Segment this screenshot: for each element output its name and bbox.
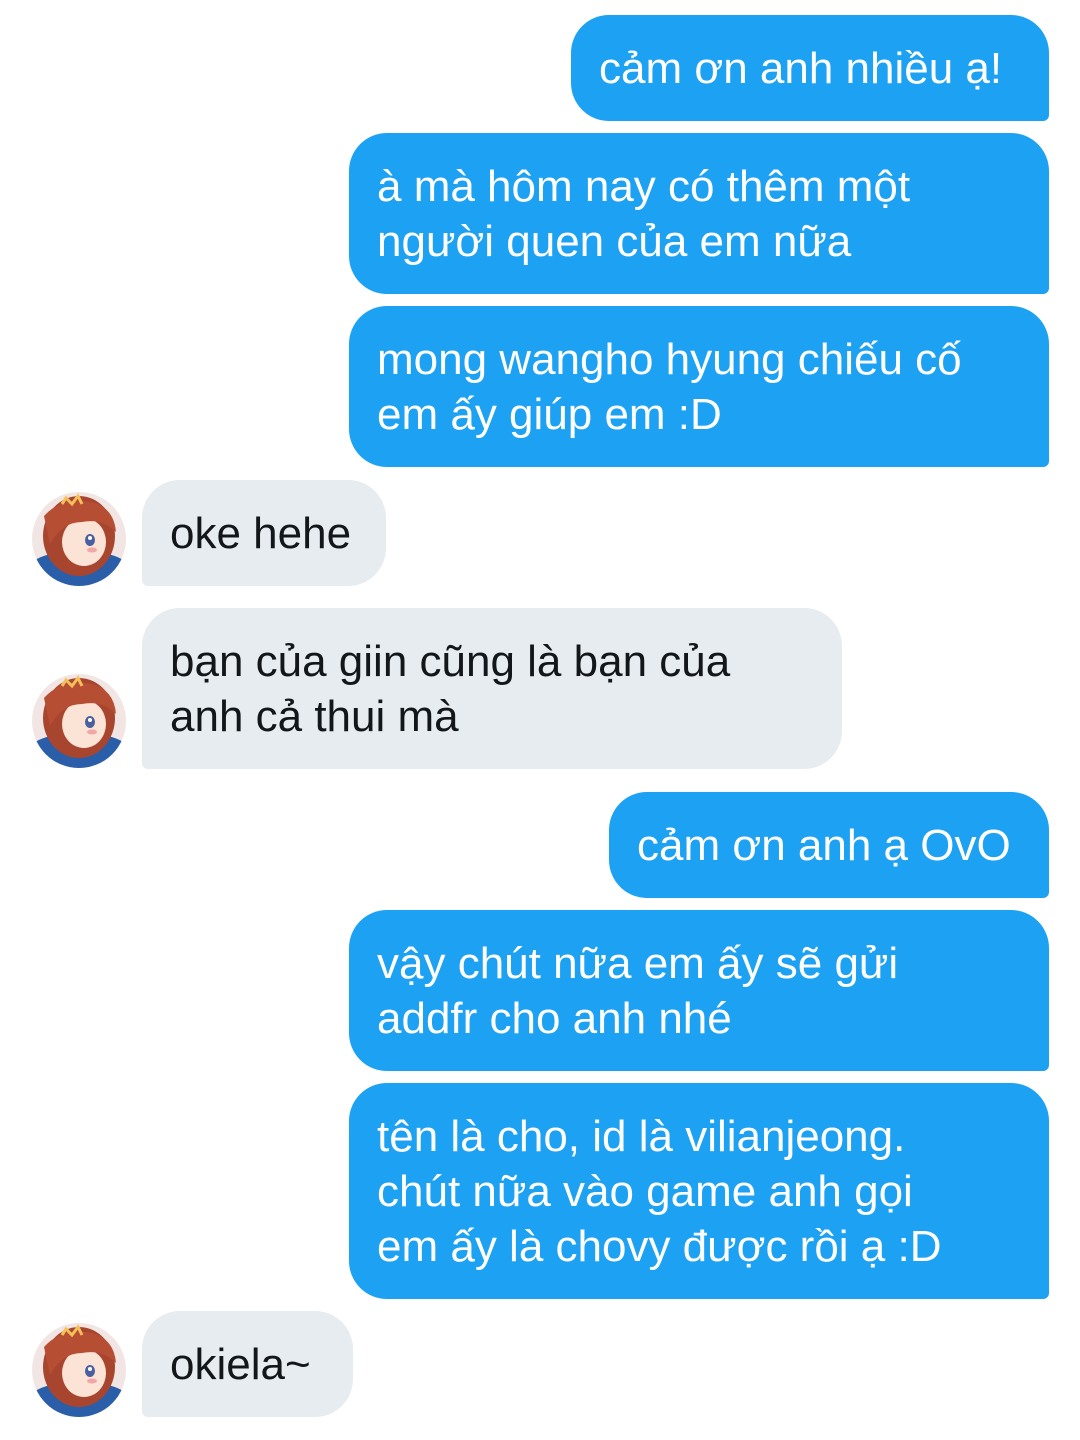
incoming-message[interactable]: bạn của giin cũng là bạn của anh cả thui…	[142, 608, 842, 769]
outgoing-message[interactable]: tên là cho, id là vilianjeong. chút nữa …	[349, 1083, 1049, 1299]
anime-girl-avatar-icon	[32, 1323, 126, 1417]
outgoing-message[interactable]: cảm ơn anh ạ OvO	[609, 792, 1049, 898]
outgoing-message[interactable]: mong wangho hyung chiếu cố em ấy giúp em…	[349, 306, 1049, 467]
outgoing-message[interactable]: vậy chút nữa em ấy sẽ gửi addfr cho anh …	[349, 910, 1049, 1071]
anime-girl-avatar-icon	[32, 674, 126, 768]
anime-girl-avatar-icon	[32, 492, 126, 586]
chat-screen: { "messages": [ {"side": "out", "text": …	[0, 0, 1080, 1440]
contact-avatar[interactable]	[32, 1323, 126, 1417]
contact-avatar[interactable]	[32, 492, 126, 586]
contact-avatar[interactable]	[32, 674, 126, 768]
incoming-message[interactable]: oke hehe	[142, 480, 386, 586]
incoming-message[interactable]: okiela~	[142, 1311, 353, 1417]
outgoing-message[interactable]: à mà hôm nay có thêm một người quen của …	[349, 133, 1049, 294]
outgoing-message[interactable]: cảm ơn anh nhiều ạ!	[571, 15, 1049, 121]
